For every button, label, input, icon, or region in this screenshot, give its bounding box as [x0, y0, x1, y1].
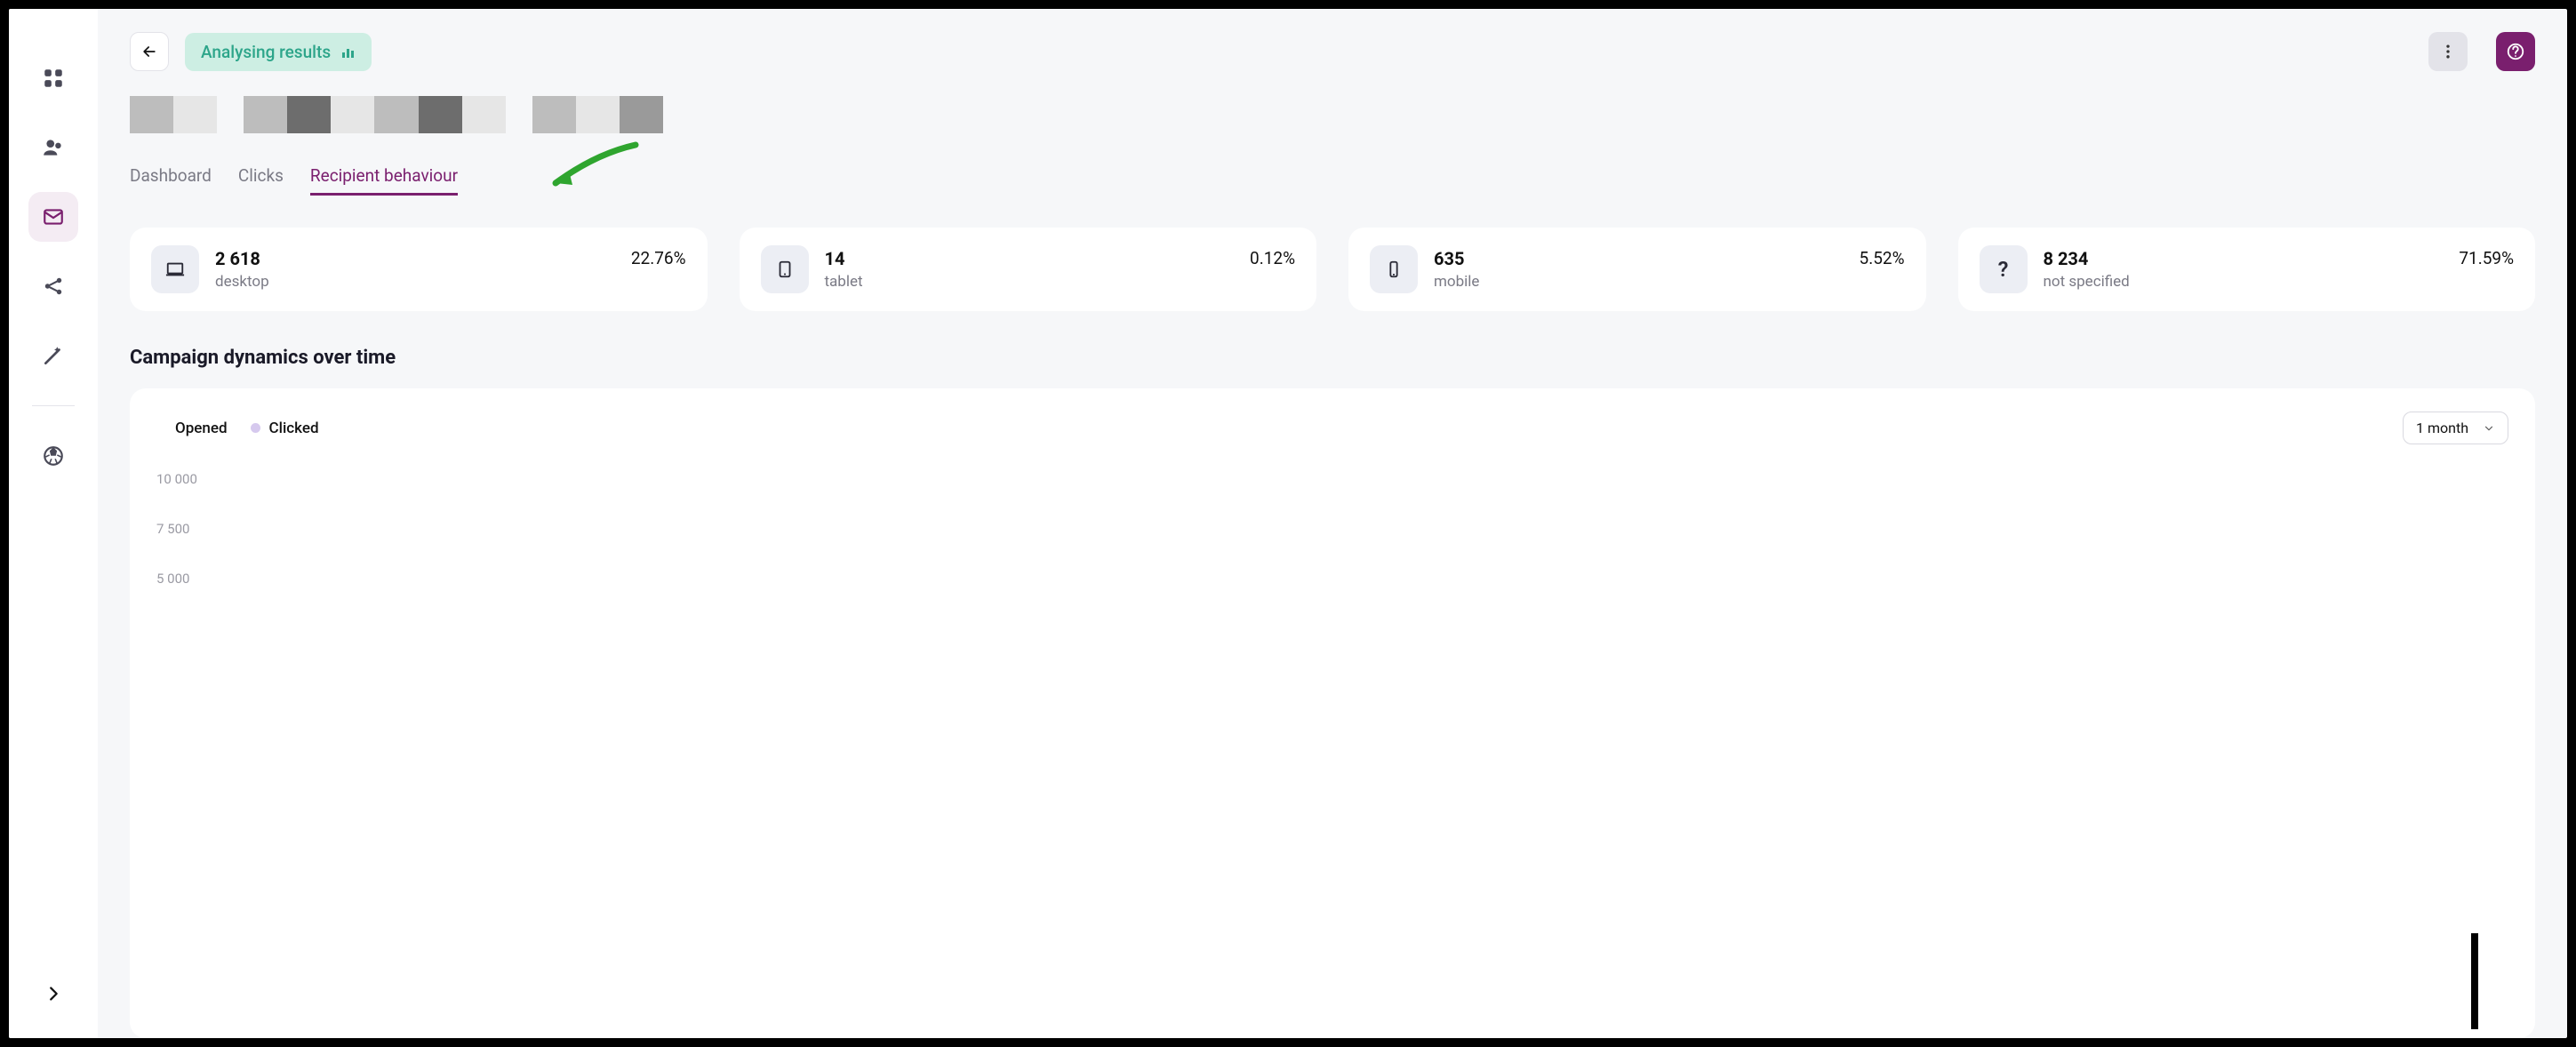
- stat-count: 14: [825, 248, 863, 269]
- sidebar: [9, 9, 98, 1038]
- stat-pct: 5.52%: [1860, 248, 1905, 268]
- nav-people[interactable]: [28, 123, 78, 172]
- chevron-right-icon: [44, 984, 63, 1003]
- more-button[interactable]: [2428, 32, 2468, 71]
- y-tick: 7 500: [156, 521, 2508, 535]
- status-pill: Analysing results: [185, 33, 372, 71]
- wand-icon: [42, 344, 65, 367]
- grid-icon: [42, 67, 65, 90]
- range-label: 1 month: [2416, 420, 2468, 436]
- nav-mail[interactable]: [28, 192, 78, 242]
- stat-pct: 22.76%: [631, 248, 686, 268]
- nav-tools[interactable]: [28, 331, 78, 380]
- section-title: Campaign dynamics over time: [130, 347, 2535, 369]
- stat-pct: 0.12%: [1250, 248, 1295, 268]
- chart-y-axis: 10 000 7 500 5 000: [156, 471, 2508, 585]
- y-tick: 5 000: [156, 571, 2508, 585]
- y-tick: 10 000: [156, 471, 2508, 485]
- legend-dot-icon: [251, 423, 260, 433]
- topbar: Analysing results: [130, 32, 2535, 71]
- status-label: Analysing results: [201, 42, 331, 62]
- page-title-redacted: [130, 96, 663, 133]
- legend-clicked[interactable]: Clicked: [251, 420, 319, 437]
- tabs: Dashboard Clicks Recipient behaviour: [130, 165, 2535, 196]
- legend-opened[interactable]: Opened: [156, 420, 228, 437]
- tab-clicks[interactable]: Clicks: [238, 165, 284, 196]
- stat-count: 635: [1434, 248, 1479, 269]
- arrow-left-icon: [140, 43, 158, 60]
- stat-tablet: 14 tablet 0.12%: [740, 228, 1317, 311]
- chart-bar-artifact: [2471, 933, 2478, 1029]
- share-icon: [42, 275, 65, 298]
- tab-recipient-behaviour[interactable]: Recipient behaviour: [310, 165, 458, 196]
- bar-chart-icon: [341, 44, 356, 59]
- stat-count: 2 618: [215, 248, 269, 269]
- stat-label: tablet: [825, 273, 863, 291]
- sidebar-divider: [32, 405, 75, 406]
- nav-apps[interactable]: [28, 53, 78, 103]
- sidebar-expand-button[interactable]: [28, 969, 78, 1019]
- legend-label: Opened: [175, 420, 228, 437]
- desktop-icon: [151, 245, 199, 293]
- tablet-icon: [761, 245, 809, 293]
- stat-label: not specified: [2044, 273, 2130, 291]
- main: Analysing results Dashboard Clicks Recip…: [98, 9, 2567, 1038]
- stat-count: 8 234: [2044, 248, 2130, 269]
- stat-mobile: 635 mobile 5.52%: [1348, 228, 1926, 311]
- dots-vertical-icon: [2439, 43, 2457, 60]
- nav-soccer[interactable]: [28, 431, 78, 481]
- chart-card: Opened Clicked 1 month 10 000 7 500 5 00…: [130, 388, 2535, 1038]
- mobile-icon: [1370, 245, 1418, 293]
- stat-desktop: 2 618 desktop 22.76%: [130, 228, 708, 311]
- legend-label: Clicked: [269, 420, 319, 437]
- stat-label: mobile: [1434, 273, 1479, 291]
- tab-dashboard[interactable]: Dashboard: [130, 165, 212, 196]
- nav-share[interactable]: [28, 261, 78, 311]
- help-circle-icon: [2506, 42, 2525, 61]
- chevron-down-icon: [2483, 422, 2495, 435]
- ball-icon: [42, 444, 65, 468]
- chart-header: Opened Clicked 1 month: [156, 412, 2508, 444]
- help-button[interactable]: [2496, 32, 2535, 71]
- stat-label: desktop: [215, 273, 269, 291]
- mail-icon: [42, 205, 65, 228]
- people-icon: [42, 136, 65, 159]
- question-icon: ?: [1980, 245, 2028, 293]
- stat-pct: 71.59%: [2459, 248, 2514, 268]
- range-select[interactable]: 1 month: [2403, 412, 2508, 444]
- back-button[interactable]: [130, 32, 169, 71]
- stats-row: 2 618 desktop 22.76% 14 tablet 0.12%: [130, 228, 2535, 311]
- stat-not-specified: ? 8 234 not specified 71.59%: [1958, 228, 2536, 311]
